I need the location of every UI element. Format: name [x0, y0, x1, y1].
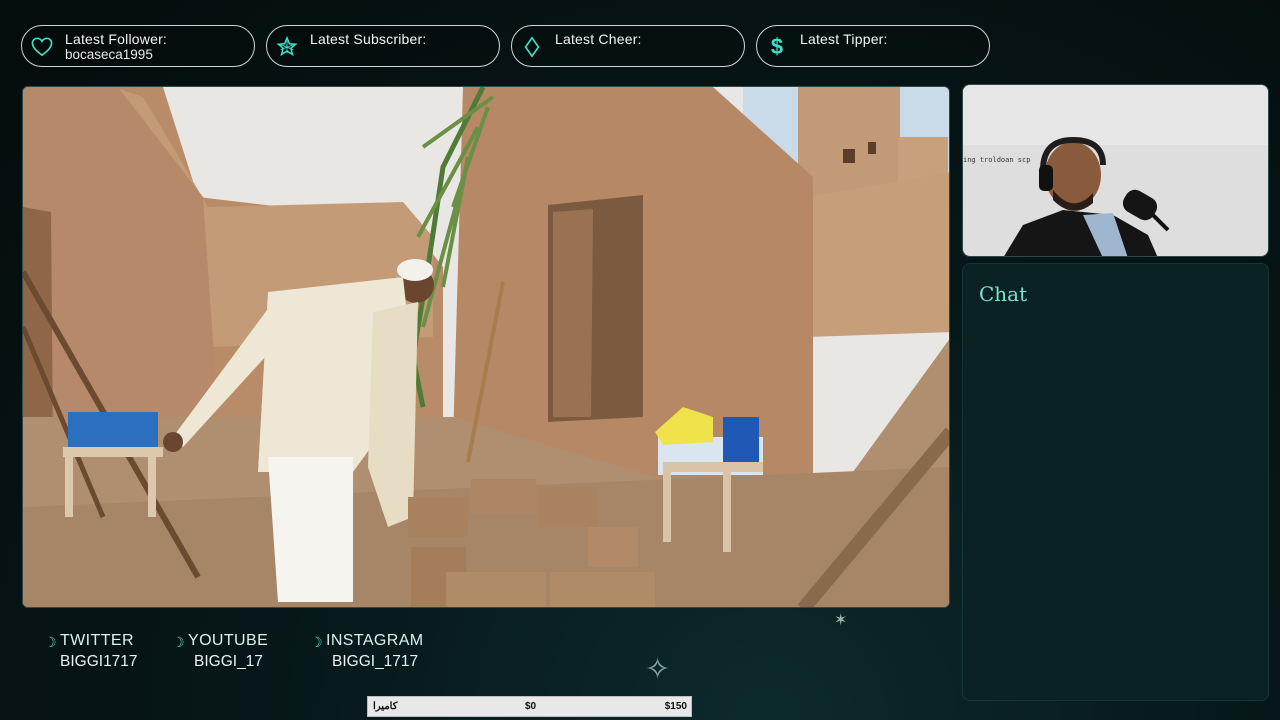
latest-follower-label: Latest Follower:: [65, 31, 168, 47]
dollar-icon: $: [770, 34, 784, 59]
social-handle: BIGGI1717: [60, 653, 138, 670]
main-video-feed: [22, 86, 950, 608]
star-icon: [275, 35, 299, 59]
moon-icon: ☽: [310, 634, 323, 650]
latest-follower-value: bocaseca1995: [65, 47, 153, 62]
heart-icon: [30, 35, 54, 59]
goal-target: $150: [664, 701, 687, 712]
latest-cheer-label: Latest Cheer:: [555, 31, 642, 47]
webcam-feed: ing troldoan scp: [962, 84, 1269, 257]
sparkle-icon: ✧: [645, 653, 671, 686]
latest-subscriber-label: Latest Subscriber:: [310, 31, 427, 47]
latest-tipper-label: Latest Tipper:: [800, 31, 888, 47]
latest-follower-pill: Latest Follower: bocaseca1995: [21, 25, 255, 67]
diamond-icon: [520, 35, 544, 59]
webcam-scene: ing troldoan scp: [963, 85, 1268, 256]
social-handle: BIGGI_17: [194, 653, 263, 670]
goal-label: كاميرا: [373, 701, 398, 712]
chat-title: Chat: [979, 282, 1028, 306]
goal-current: $0: [525, 701, 537, 712]
webcam-overlay-text: ing troldoan scp: [963, 156, 1030, 164]
latest-cheer-pill: Latest Cheer:: [511, 25, 745, 67]
chat-panel: Chat: [962, 263, 1269, 701]
video-scene: [23, 87, 949, 607]
moon-icon: ☽: [44, 634, 57, 650]
social-network-label: INSTAGRAM: [326, 632, 424, 649]
moon-icon: ☽: [172, 634, 185, 650]
social-network-label: TWITTER: [60, 632, 134, 649]
social-handle: BIGGI_1717: [332, 653, 419, 670]
sparkle-icon: ✶: [834, 612, 848, 629]
donation-goal-bar: كاميرا $0 $150: [367, 696, 692, 717]
social-network-label: YOUTUBE: [188, 632, 269, 649]
latest-tipper-pill: $ Latest Tipper:: [756, 25, 990, 67]
latest-subscriber-pill: Latest Subscriber:: [266, 25, 500, 67]
alerts-bar: Latest Follower: bocaseca1995 Latest Sub…: [21, 25, 990, 67]
